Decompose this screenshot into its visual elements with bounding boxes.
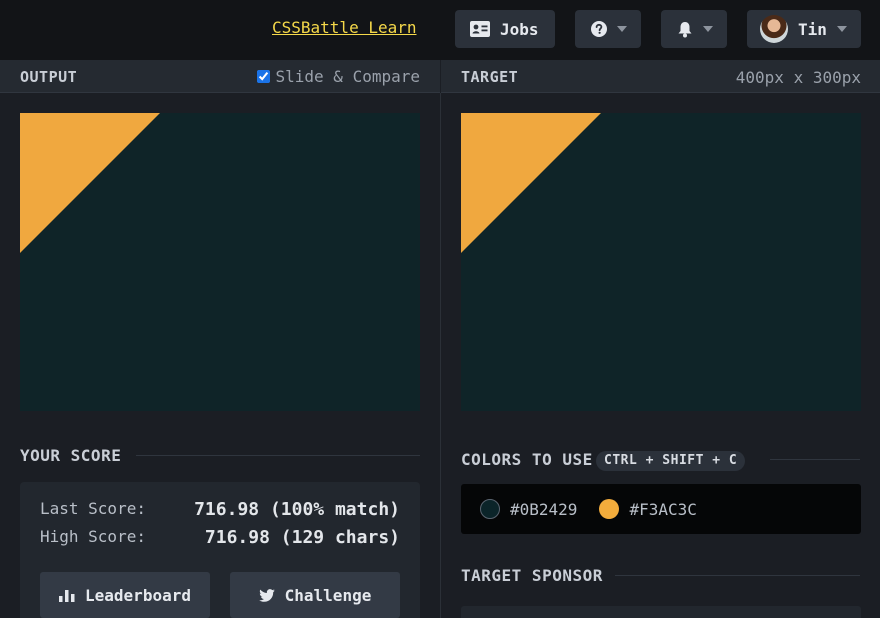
jobs-label: Jobs xyxy=(500,19,539,39)
score-panel: Last Score: 716.98 (100% match) High Sco… xyxy=(20,482,420,618)
sponsor-divider xyxy=(615,575,860,576)
target-triangle xyxy=(461,113,601,253)
color-dot xyxy=(480,499,500,519)
high-score-value: 716.98 (129 chars) xyxy=(204,527,400,548)
target-title: TARGET xyxy=(461,68,519,86)
output-title: OUTPUT xyxy=(20,68,78,86)
color-hex: #F3AC3C xyxy=(629,499,697,519)
slide-compare-toggle[interactable]: Slide & Compare xyxy=(256,67,421,86)
top-bar: CSSBattle Learn Jobs Tin xyxy=(0,0,880,60)
chevron-down-icon xyxy=(703,26,713,32)
bar-chart-icon xyxy=(59,590,75,602)
notifications-button[interactable] xyxy=(661,10,727,48)
chevron-down-icon xyxy=(617,26,627,32)
leaderboard-button[interactable]: Leaderboard xyxy=(40,572,210,618)
score-divider xyxy=(136,455,420,456)
target-header: TARGET 400px x 300px xyxy=(441,60,880,93)
challenge-button[interactable]: Challenge xyxy=(230,572,400,618)
colors-divider xyxy=(770,459,860,460)
cssbattle-learn-link[interactable]: CSSBattle Learn xyxy=(272,18,417,37)
color-swatch[interactable]: #0B2429 xyxy=(480,499,577,519)
slide-compare-checkbox[interactable] xyxy=(256,70,270,83)
target-dimensions: 400px x 300px xyxy=(735,68,861,87)
colors-shortcut-badge: CTRL + SHIFT + C xyxy=(596,451,746,471)
twitter-icon xyxy=(258,588,275,602)
user-name: Tin xyxy=(798,19,827,39)
last-score-row: Last Score: 716.98 (100% match) xyxy=(40,499,400,520)
leaderboard-label: Leaderboard xyxy=(85,585,191,605)
sponsor-panel xyxy=(461,606,861,618)
score-title: YOUR SCORE xyxy=(20,446,122,465)
bell-icon xyxy=(678,21,692,37)
column-divider xyxy=(440,93,441,618)
high-score-label: High Score: xyxy=(40,527,146,546)
last-score-value: 716.98 (100% match) xyxy=(194,499,400,520)
color-dot xyxy=(599,499,620,519)
slide-compare-label: Slide & Compare xyxy=(275,67,421,86)
output-triangle xyxy=(20,113,160,253)
output-canvas[interactable] xyxy=(20,113,420,411)
avatar xyxy=(760,15,788,43)
id-card-icon xyxy=(470,21,490,37)
output-header: OUTPUT Slide & Compare xyxy=(0,60,440,93)
chevron-down-icon xyxy=(836,26,847,32)
last-score-label: Last Score: xyxy=(40,499,146,518)
challenge-label: Challenge xyxy=(284,585,372,605)
colors-panel: #0B2429 #F3AC3C xyxy=(461,484,861,534)
jobs-button[interactable]: Jobs xyxy=(455,10,555,48)
user-menu-button[interactable]: Tin xyxy=(747,10,861,48)
target-canvas xyxy=(461,113,861,411)
sponsor-title: TARGET SPONSOR xyxy=(461,566,603,585)
color-hex: #0B2429 xyxy=(510,499,578,519)
question-icon xyxy=(591,21,607,37)
color-swatch[interactable]: #F3AC3C xyxy=(599,499,697,519)
colors-title: COLORS TO USE xyxy=(461,450,593,469)
help-menu-button[interactable] xyxy=(575,10,641,48)
high-score-row: High Score: 716.98 (129 chars) xyxy=(40,527,400,548)
